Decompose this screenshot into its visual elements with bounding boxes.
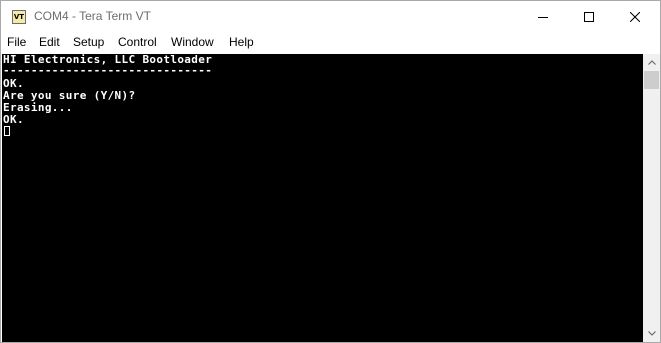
terminal-screen[interactable]: HI Electronics, LLC Bootloader ---------… (2, 54, 643, 342)
chevron-up-icon (647, 60, 656, 65)
minimize-icon (538, 17, 548, 18)
menu-setup[interactable]: Setup (73, 35, 104, 49)
close-icon (630, 12, 640, 22)
menu-control[interactable]: Control (118, 35, 157, 49)
window-title: COM4 - Tera Term VT (34, 9, 151, 23)
tera-term-app-icon[interactable]: VT (12, 10, 26, 24)
minimize-button[interactable] (520, 1, 566, 33)
maximize-icon (584, 12, 594, 22)
menu-edit[interactable]: Edit (39, 35, 60, 49)
maximize-button[interactable] (566, 1, 612, 33)
chevron-down-icon (647, 331, 656, 336)
scrollbar-thumb[interactable] (644, 71, 659, 89)
scroll-down-button[interactable] (643, 325, 660, 342)
terminal-line: OK. (3, 113, 24, 126)
menu-file[interactable]: File (7, 35, 26, 49)
vertical-scrollbar[interactable] (643, 54, 660, 342)
menu-help[interactable]: Help (229, 35, 254, 49)
menu-window[interactable]: Window (171, 35, 214, 49)
tera-term-window: VT COM4 - Tera Term VT File Edit Setup C… (0, 0, 661, 343)
menu-bar: File Edit Setup Control Window Help (1, 33, 660, 53)
text-cursor (4, 126, 10, 136)
terminal-line: ------------------------------ (3, 64, 213, 77)
close-button[interactable] (612, 1, 658, 33)
scroll-up-button[interactable] (643, 54, 660, 71)
title-bar[interactable]: VT COM4 - Tera Term VT (1, 1, 660, 33)
